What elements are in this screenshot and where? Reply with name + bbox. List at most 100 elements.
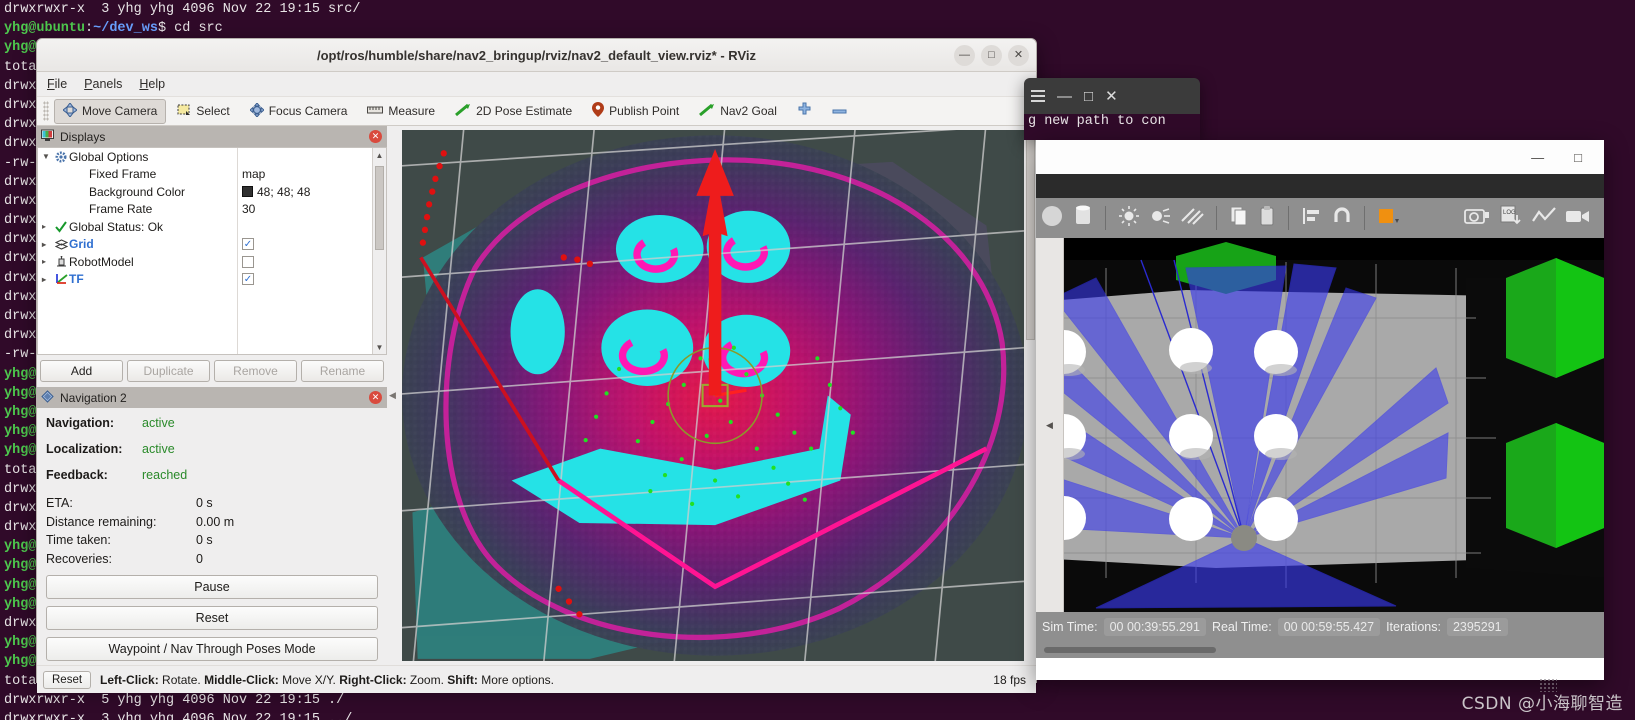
gazebo-minimize-icon[interactable]: — bbox=[1531, 150, 1544, 165]
align-icon[interactable] bbox=[1301, 206, 1323, 231]
select-icon bbox=[177, 103, 191, 120]
scroll-down-icon[interactable]: ▼ bbox=[373, 340, 386, 354]
display-row-label: Background Color bbox=[89, 184, 186, 199]
render-scrollbar-thumb[interactable] bbox=[1026, 130, 1035, 340]
minimize-icon[interactable]: — bbox=[954, 45, 975, 66]
nav2-panel-close-icon[interactable]: ✕ bbox=[369, 391, 382, 404]
gazebo-titlebar[interactable]: — □ bbox=[1036, 140, 1604, 174]
popup-terminal-titlebar[interactable]: — □ ✕ bbox=[1024, 78, 1200, 114]
tool-select[interactable]: Select bbox=[168, 99, 238, 124]
fps-counter: 18 fps bbox=[993, 672, 1026, 687]
render-scrollbar[interactable] bbox=[1025, 130, 1036, 661]
toolbar-separator bbox=[1216, 206, 1217, 230]
display-value-grid[interactable]: ✓ bbox=[238, 236, 372, 254]
display-row-global-status-ok[interactable]: ▸ Global Status: Ok bbox=[38, 218, 237, 236]
close-icon[interactable]: ✕ bbox=[1008, 45, 1029, 66]
gazebo-bottom-scroll[interactable] bbox=[1036, 642, 1604, 658]
pose-estimate-icon bbox=[455, 103, 471, 120]
screenshot-icon[interactable] bbox=[1464, 206, 1490, 231]
add-button[interactable]: Add bbox=[40, 360, 123, 382]
nav2-status-feedback: Feedback: reached bbox=[46, 468, 378, 482]
color-swatch[interactable] bbox=[242, 186, 253, 198]
maximize-icon[interactable]: □ bbox=[981, 45, 1002, 66]
displays-tree[interactable]: ▼ Global Options Fixed Frame Background Col… bbox=[37, 147, 387, 355]
popup-close-icon[interactable]: ✕ bbox=[1105, 87, 1118, 105]
display-enabled-checkbox[interactable] bbox=[242, 255, 254, 268]
toolbar-grip[interactable] bbox=[43, 101, 49, 121]
video-icon[interactable] bbox=[1565, 206, 1591, 231]
collapse-left-dock-icon[interactable]: ◀ bbox=[389, 390, 396, 401]
display-value-robotmodel[interactable] bbox=[238, 253, 372, 271]
scroll-up-icon[interactable]: ▲ bbox=[373, 148, 386, 162]
display-value-background-color[interactable]: 48; 48; 48 bbox=[238, 183, 372, 201]
display-value-frame-rate[interactable]: 30 bbox=[238, 201, 372, 219]
log-icon[interactable]: LOG bbox=[1499, 205, 1523, 232]
nav2-stat-value: 0 s bbox=[196, 496, 213, 510]
display-row-global-options[interactable]: ▼ Global Options bbox=[38, 148, 237, 166]
nav2-stat-time-taken: Time taken: 0 s bbox=[46, 531, 378, 550]
rviz-titlebar[interactable]: /opt/ros/humble/share/nav2_bringup/rviz/… bbox=[37, 39, 1036, 72]
popup-maximize-icon[interactable]: □ bbox=[1084, 88, 1093, 105]
displays-panel-close-icon[interactable]: ✕ bbox=[369, 130, 382, 143]
display-row-frame-rate[interactable]: Frame Rate bbox=[38, 201, 237, 219]
hint-value: Move X/Y. bbox=[278, 672, 340, 687]
sphere-icon[interactable] bbox=[1040, 204, 1064, 233]
display-row-tf[interactable]: ▸ TF bbox=[38, 271, 237, 289]
gazebo-maximize-icon[interactable]: □ bbox=[1574, 150, 1582, 165]
tool-2d-pose-estimate[interactable]: 2D Pose Estimate bbox=[446, 99, 581, 124]
paste-icon[interactable] bbox=[1258, 205, 1276, 232]
display-enabled-checkbox[interactable]: ✓ bbox=[242, 273, 254, 286]
menu-item-file[interactable]: File bbox=[47, 77, 67, 91]
tool-remove-tool[interactable] bbox=[823, 100, 856, 122]
gazebo-3d-view[interactable]: ◀ bbox=[1036, 238, 1604, 612]
popup-minimize-icon[interactable]: — bbox=[1057, 88, 1072, 105]
snap-icon[interactable] bbox=[1332, 206, 1352, 231]
display-value-global-options[interactable] bbox=[238, 148, 372, 166]
scrollbar-thumb[interactable] bbox=[375, 166, 384, 250]
reset-button[interactable]: Reset bbox=[46, 606, 378, 630]
waypoint-nav-through-poses-mode-button[interactable]: Waypoint / Nav Through Poses Mode bbox=[46, 637, 378, 661]
display-row-fixed-frame[interactable]: Fixed Frame bbox=[38, 166, 237, 184]
rviz-toolbar: Move Camera Select Focus Camera Measure 2D P… bbox=[37, 96, 1036, 126]
chevron-right-icon[interactable]: ▸ bbox=[42, 240, 53, 249]
menu-item-help[interactable]: Help bbox=[139, 77, 165, 91]
plot-icon[interactable] bbox=[1532, 206, 1556, 231]
displays-tree-labels: ▼ Global Options Fixed Frame Background Col… bbox=[38, 148, 238, 354]
tool-nav2-goal[interactable]: Nav2 Goal bbox=[690, 99, 786, 124]
cylinder-icon[interactable] bbox=[1073, 204, 1093, 233]
box-icon[interactable] bbox=[1377, 205, 1403, 232]
hamburger-icon[interactable] bbox=[1031, 90, 1045, 102]
tool-add-tool[interactable] bbox=[788, 98, 821, 124]
rviz-3d-view[interactable] bbox=[402, 130, 1024, 661]
dock-splitter[interactable]: ◀ bbox=[387, 126, 398, 665]
copy-icon[interactable] bbox=[1229, 205, 1249, 232]
nav2-goal-icon bbox=[699, 103, 715, 120]
display-value-global-status-ok[interactable] bbox=[238, 218, 372, 236]
gazebo-scroll-thumb[interactable] bbox=[1044, 647, 1216, 653]
chevron-right-icon[interactable]: ▸ bbox=[42, 222, 53, 231]
display-row-robotmodel[interactable]: ▸ RobotModel bbox=[38, 253, 237, 271]
chevron-right-icon[interactable]: ▸ bbox=[42, 257, 53, 266]
display-value-tf[interactable]: ✓ bbox=[238, 271, 372, 289]
chevron-right-icon[interactable]: ▸ bbox=[42, 275, 53, 284]
chevron-down-icon[interactable]: ▼ bbox=[42, 152, 53, 161]
spot-light-icon[interactable] bbox=[1180, 205, 1204, 232]
grid-icon bbox=[53, 239, 69, 250]
display-row-background-color[interactable]: Background Color bbox=[38, 183, 237, 201]
sun-light-icon[interactable] bbox=[1118, 205, 1140, 232]
displays-tree-scrollbar[interactable]: ▲ ▼ bbox=[372, 148, 386, 354]
tool-publish-point[interactable]: Publish Point bbox=[583, 98, 688, 124]
display-enabled-checkbox[interactable]: ✓ bbox=[242, 238, 254, 251]
display-value-fixed-frame[interactable]: map bbox=[238, 166, 372, 184]
tool-move-camera[interactable]: Move Camera bbox=[54, 98, 167, 124]
pause-button[interactable]: Pause bbox=[46, 575, 378, 599]
point-light-icon[interactable] bbox=[1149, 205, 1171, 232]
menu-item-panels[interactable]: Panels bbox=[84, 77, 122, 91]
tool-label: Select bbox=[196, 104, 230, 118]
gazebo-menubar[interactable] bbox=[1036, 174, 1604, 198]
display-row-grid[interactable]: ▸ Grid bbox=[38, 236, 237, 254]
tool-focus-camera[interactable]: Focus Camera bbox=[241, 99, 357, 124]
reset-view-button[interactable]: Reset bbox=[43, 670, 92, 689]
gazebo-left-panel-collapsed[interactable]: ◀ bbox=[1036, 238, 1064, 612]
tool-measure[interactable]: Measure bbox=[358, 100, 444, 123]
